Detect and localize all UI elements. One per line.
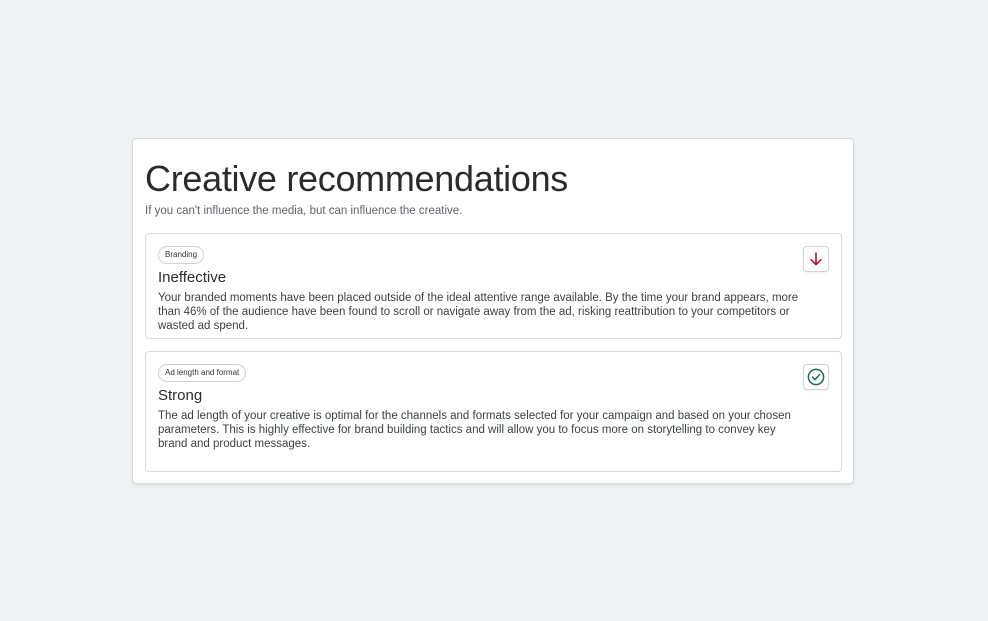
status-label: Strong xyxy=(158,387,203,404)
recommendation-card-ad-length: Ad length and format Strong The ad lengt… xyxy=(145,351,842,472)
recommendation-description: Your branded moments have been placed ou… xyxy=(158,292,799,332)
recommendation-card-branding: Branding Ineffective Your branded moment… xyxy=(145,233,842,339)
page-title: Creative recommendations xyxy=(145,158,568,199)
page-subtitle: If you can't influence the media, but ca… xyxy=(145,205,463,217)
status-icon-button[interactable] xyxy=(803,364,829,390)
recommendation-description: The ad length of your creative is optima… xyxy=(158,410,791,450)
creative-recommendations-panel: Creative recommendations If you can't in… xyxy=(132,138,854,484)
check-circle-icon xyxy=(807,368,825,386)
status-icon-button[interactable] xyxy=(803,246,829,272)
arrow-down-icon xyxy=(810,252,822,266)
status-label: Ineffective xyxy=(158,269,227,286)
category-badge: Ad length and format xyxy=(158,364,247,382)
category-badge: Branding xyxy=(158,246,205,264)
